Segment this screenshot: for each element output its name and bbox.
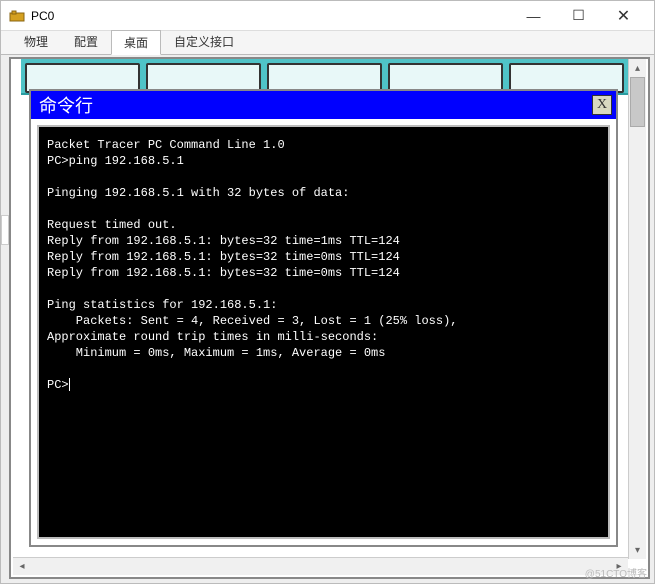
terminal-line: Packet Tracer PC Command Line 1.0 — [47, 137, 600, 153]
side-hint — [1, 215, 9, 245]
terminal-line: Reply from 192.168.5.1: bytes=32 time=0m… — [47, 249, 600, 265]
close-button[interactable]: ✕ — [601, 2, 646, 30]
terminal-line: Minimum = 0ms, Maximum = 1ms, Average = … — [47, 345, 600, 361]
terminal-line: PC>ping 192.168.5.1 — [47, 153, 600, 169]
terminal-blank — [47, 201, 600, 217]
terminal-line: Approximate round trip times in milli-se… — [47, 329, 600, 345]
scroll-down-icon[interactable]: ▾ — [629, 541, 646, 559]
terminal-blank — [47, 169, 600, 185]
terminal-prompt: PC> — [47, 377, 600, 393]
terminal-line: Ping statistics for 192.168.5.1: — [47, 297, 600, 313]
scroll-up-icon[interactable]: ▴ — [629, 59, 646, 77]
maximize-button[interactable]: ☐ — [556, 2, 601, 30]
terminal-line: Request timed out. — [47, 217, 600, 233]
app-icon — [9, 8, 25, 24]
tab-config[interactable]: 配置 — [61, 29, 111, 54]
terminal-line: Reply from 192.168.5.1: bytes=32 time=0m… — [47, 265, 600, 281]
vertical-scrollbar[interactable]: ▴ ▾ — [628, 59, 646, 559]
scroll-thumb[interactable] — [630, 77, 645, 127]
scroll-left-icon[interactable]: ◂ — [13, 558, 31, 575]
terminal-blank — [47, 361, 600, 377]
terminal-line: Pinging 192.168.5.1 with 32 bytes of dat… — [47, 185, 600, 201]
command-prompt-body[interactable]: Packet Tracer PC Command Line 1.0 PC>pin… — [37, 125, 610, 539]
command-prompt-title: 命令行 — [39, 92, 592, 118]
horizontal-scrollbar[interactable]: ◂ ▸ — [13, 557, 628, 575]
minimize-button[interactable]: — — [511, 2, 556, 30]
terminal-line: Reply from 192.168.5.1: bytes=32 time=1m… — [47, 233, 600, 249]
tab-custom-interface[interactable]: 自定义接口 — [161, 29, 247, 54]
window-title: PC0 — [31, 9, 511, 23]
command-prompt-close-button[interactable]: X — [592, 95, 612, 115]
command-prompt-window: 命令行 X Packet Tracer PC Command Line 1.0 … — [29, 89, 618, 547]
desktop-panel: 命令行 X Packet Tracer PC Command Line 1.0 … — [9, 57, 650, 579]
terminal-blank — [47, 281, 600, 297]
tabbar: 物理 配置 桌面 自定义接口 — [1, 31, 654, 55]
watermark: @51CTO博客 — [585, 565, 647, 580]
tab-physical[interactable]: 物理 — [11, 29, 61, 54]
terminal-line: Packets: Sent = 4, Received = 3, Lost = … — [47, 313, 600, 329]
window-controls: — ☐ ✕ — [511, 2, 646, 30]
app-window: PC0 — ☐ ✕ 物理 配置 桌面 自定义接口 命令行 X — [0, 0, 655, 584]
titlebar[interactable]: PC0 — ☐ ✕ — [1, 1, 654, 31]
command-prompt-titlebar[interactable]: 命令行 X — [31, 91, 616, 119]
cursor-icon — [69, 378, 70, 391]
content-area: 命令行 X Packet Tracer PC Command Line 1.0 … — [1, 55, 654, 583]
tab-desktop[interactable]: 桌面 — [111, 30, 161, 55]
